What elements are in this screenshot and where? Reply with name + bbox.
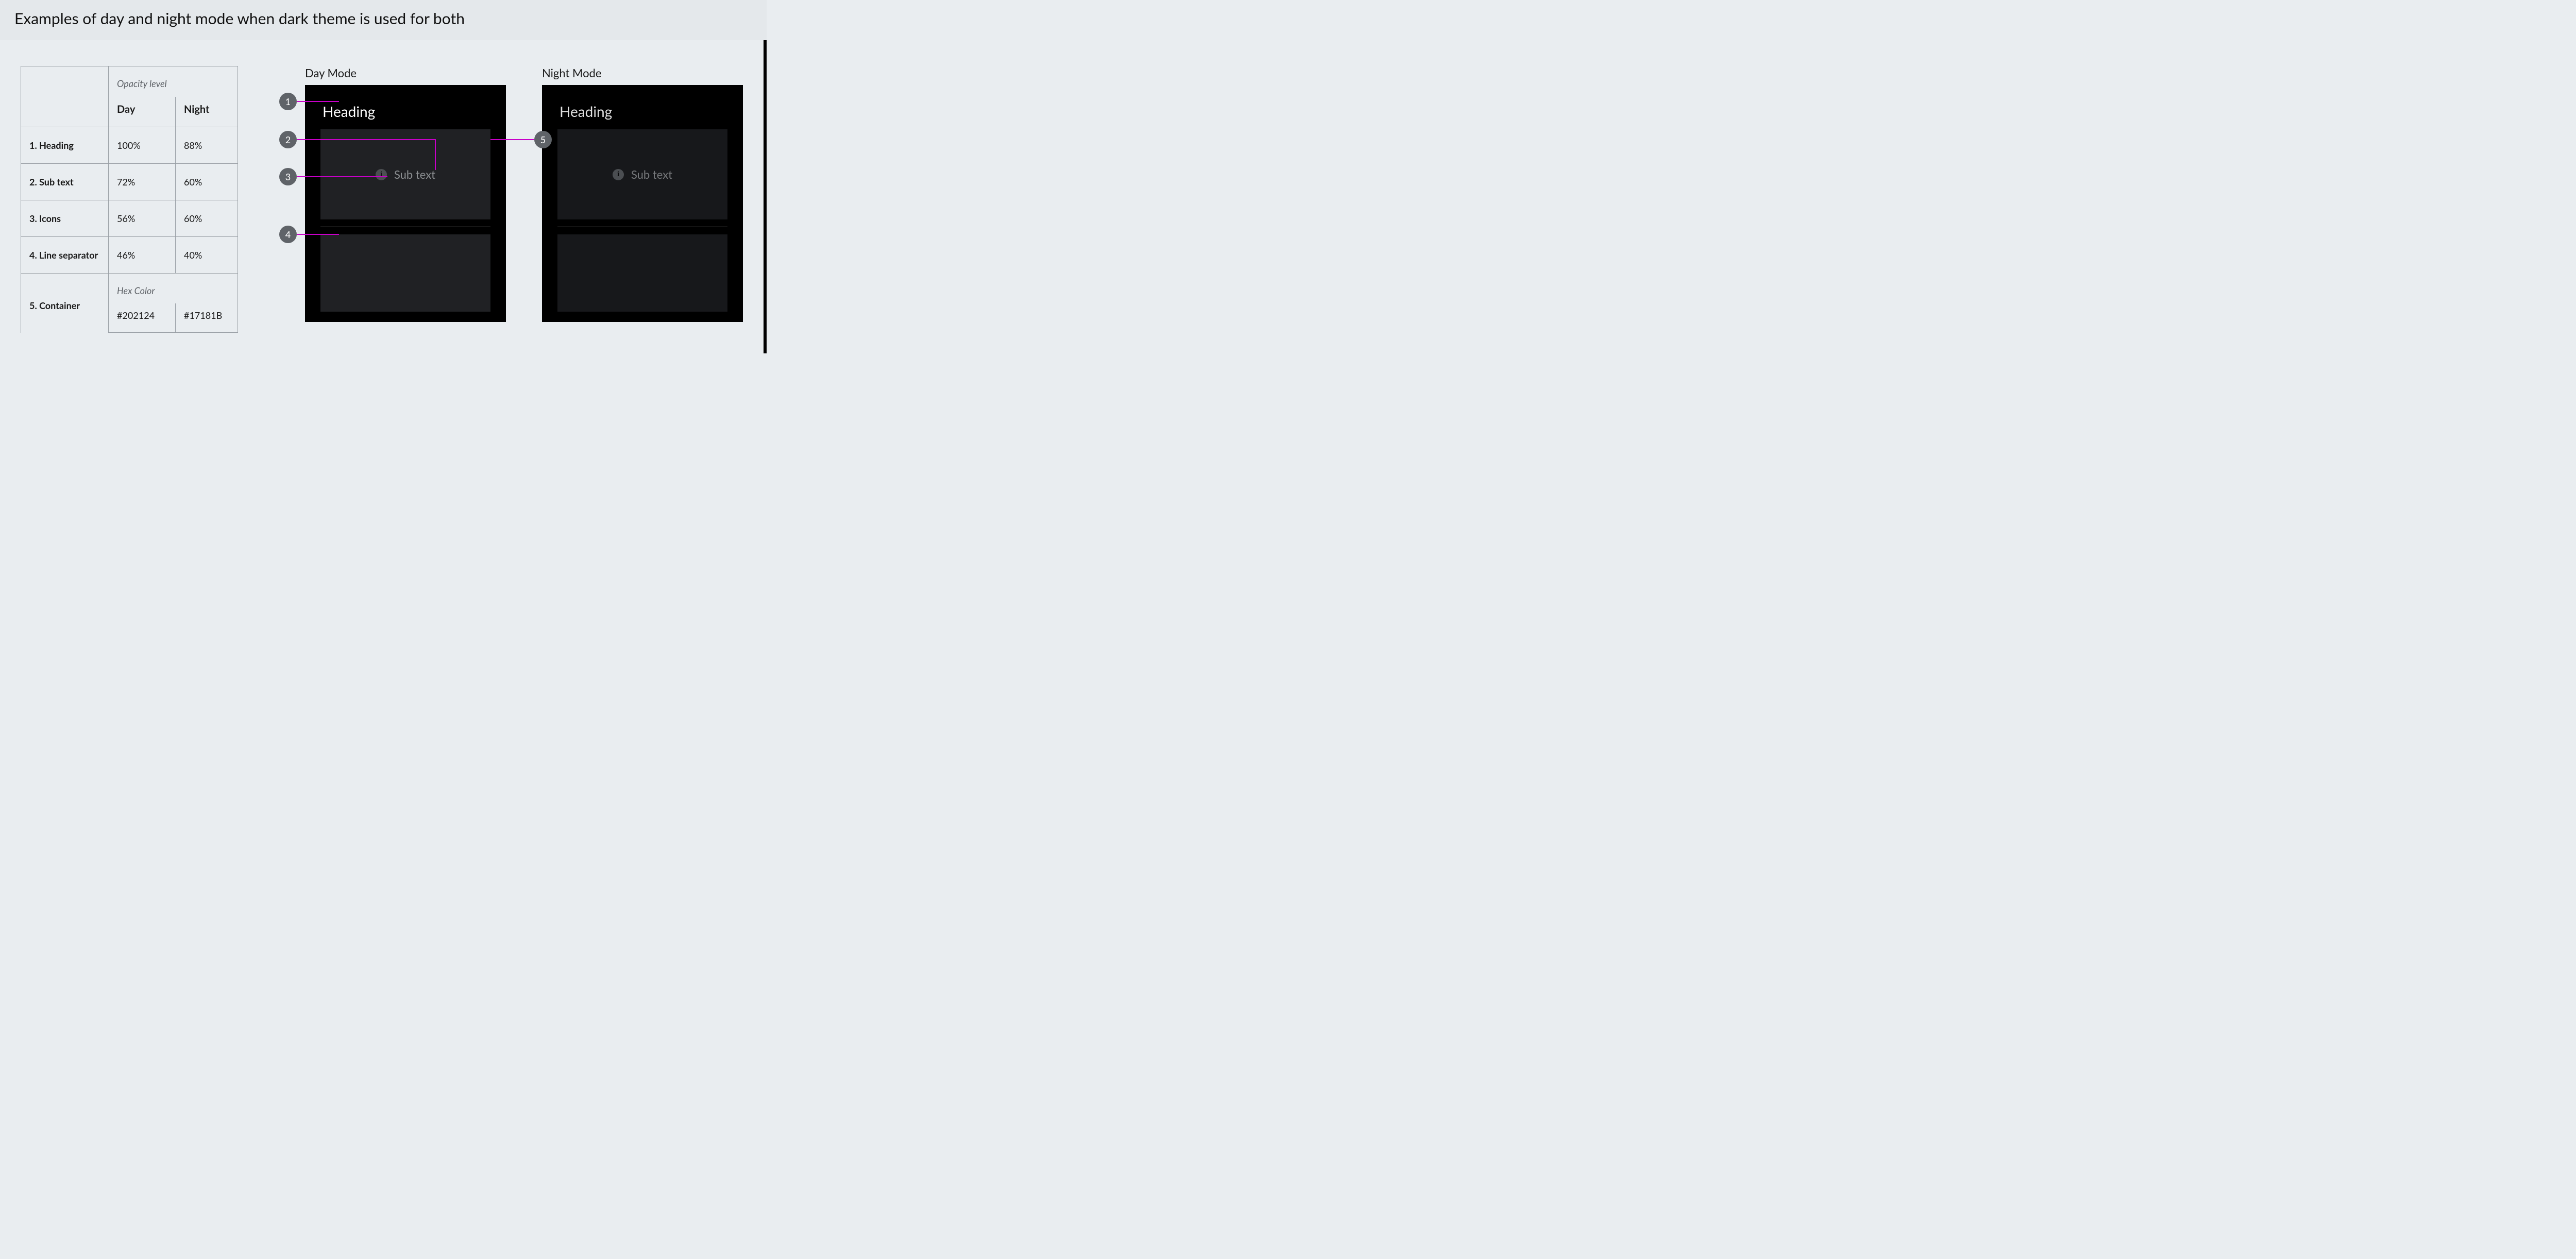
info-icon: i <box>376 169 387 180</box>
connector-line <box>297 139 436 140</box>
row-label: 2. Sub text <box>21 164 109 200</box>
row-night: #17181B <box>176 303 238 332</box>
day-mode-label: Day Mode <box>305 66 506 80</box>
table-row: Day Night <box>21 97 238 127</box>
row-night: 60% <box>176 200 238 236</box>
page-title: Examples of day and night mode when dark… <box>0 0 767 40</box>
empty-header <box>21 97 109 127</box>
row-label: 3. Icons <box>21 200 109 236</box>
connector-line <box>297 176 387 177</box>
night-heading: Heading <box>560 103 727 120</box>
opacity-table: Opacity level Day Night 1. Heading 100% … <box>21 66 238 333</box>
row-night: 40% <box>176 236 238 273</box>
table-row: Opacity level <box>21 66 238 97</box>
row-day: 100% <box>109 127 176 164</box>
empty-header <box>21 66 109 97</box>
row-day: 72% <box>109 164 176 200</box>
table-row: 1. Heading 100% 88% <box>21 127 238 164</box>
night-subtext: Sub text <box>631 167 672 181</box>
annotation-badge-4: 4 <box>279 226 297 243</box>
connector-line <box>297 234 339 235</box>
connector-line <box>490 139 534 140</box>
table-row: 4. Line separator 46% 40% <box>21 236 238 273</box>
hex-color-note: Hex Color <box>109 273 238 303</box>
row-day: #202124 <box>109 303 176 332</box>
row-label: 1. Heading <box>21 127 109 164</box>
row-label-text: 4. Line separator <box>29 249 98 261</box>
day-phone: Heading i Sub text <box>305 85 506 322</box>
annotation-badge-1: 1 <box>279 93 297 110</box>
table-row: 5. Container Hex Color <box>21 273 238 303</box>
opacity-level-note: Opacity level <box>109 66 238 97</box>
row-label: 4. Line separator <box>21 236 109 273</box>
night-container-card <box>557 234 727 312</box>
content-region: Opacity level Day Night 1. Heading 100% … <box>0 40 767 353</box>
info-icon: i <box>613 169 624 180</box>
row-label: 5. Container <box>21 273 109 332</box>
annotation-badge-3: 3 <box>279 168 297 185</box>
day-container-card <box>320 234 490 312</box>
row-night: 60% <box>176 164 238 200</box>
col-night-header: Night <box>176 97 238 127</box>
table-row: 2. Sub text 72% 60% <box>21 164 238 200</box>
day-heading: Heading <box>323 103 490 120</box>
night-mode-label: Night Mode <box>542 66 743 80</box>
row-night: 88% <box>176 127 238 164</box>
connector-line <box>435 139 436 170</box>
table-row: 3. Icons 56% 60% <box>21 200 238 236</box>
row-day: 56% <box>109 200 176 236</box>
day-preview: Day Mode Heading i Sub text <box>305 66 506 333</box>
annotation-badge-5: 5 <box>534 131 552 148</box>
night-phone: Heading i Sub text <box>542 85 743 322</box>
day-container-card: i Sub text <box>320 129 490 219</box>
row-day: 46% <box>109 236 176 273</box>
day-subtext: Sub text <box>394 167 435 181</box>
night-container-card: i Sub text <box>557 129 727 219</box>
col-day-header: Day <box>109 97 176 127</box>
preview-region: 1 2 3 4 5 Day Mode Heading i Sub text <box>274 66 743 333</box>
connector-line <box>297 101 339 102</box>
night-preview: Night Mode Heading i Sub text <box>542 66 743 333</box>
annotation-badge-2: 2 <box>279 131 297 148</box>
